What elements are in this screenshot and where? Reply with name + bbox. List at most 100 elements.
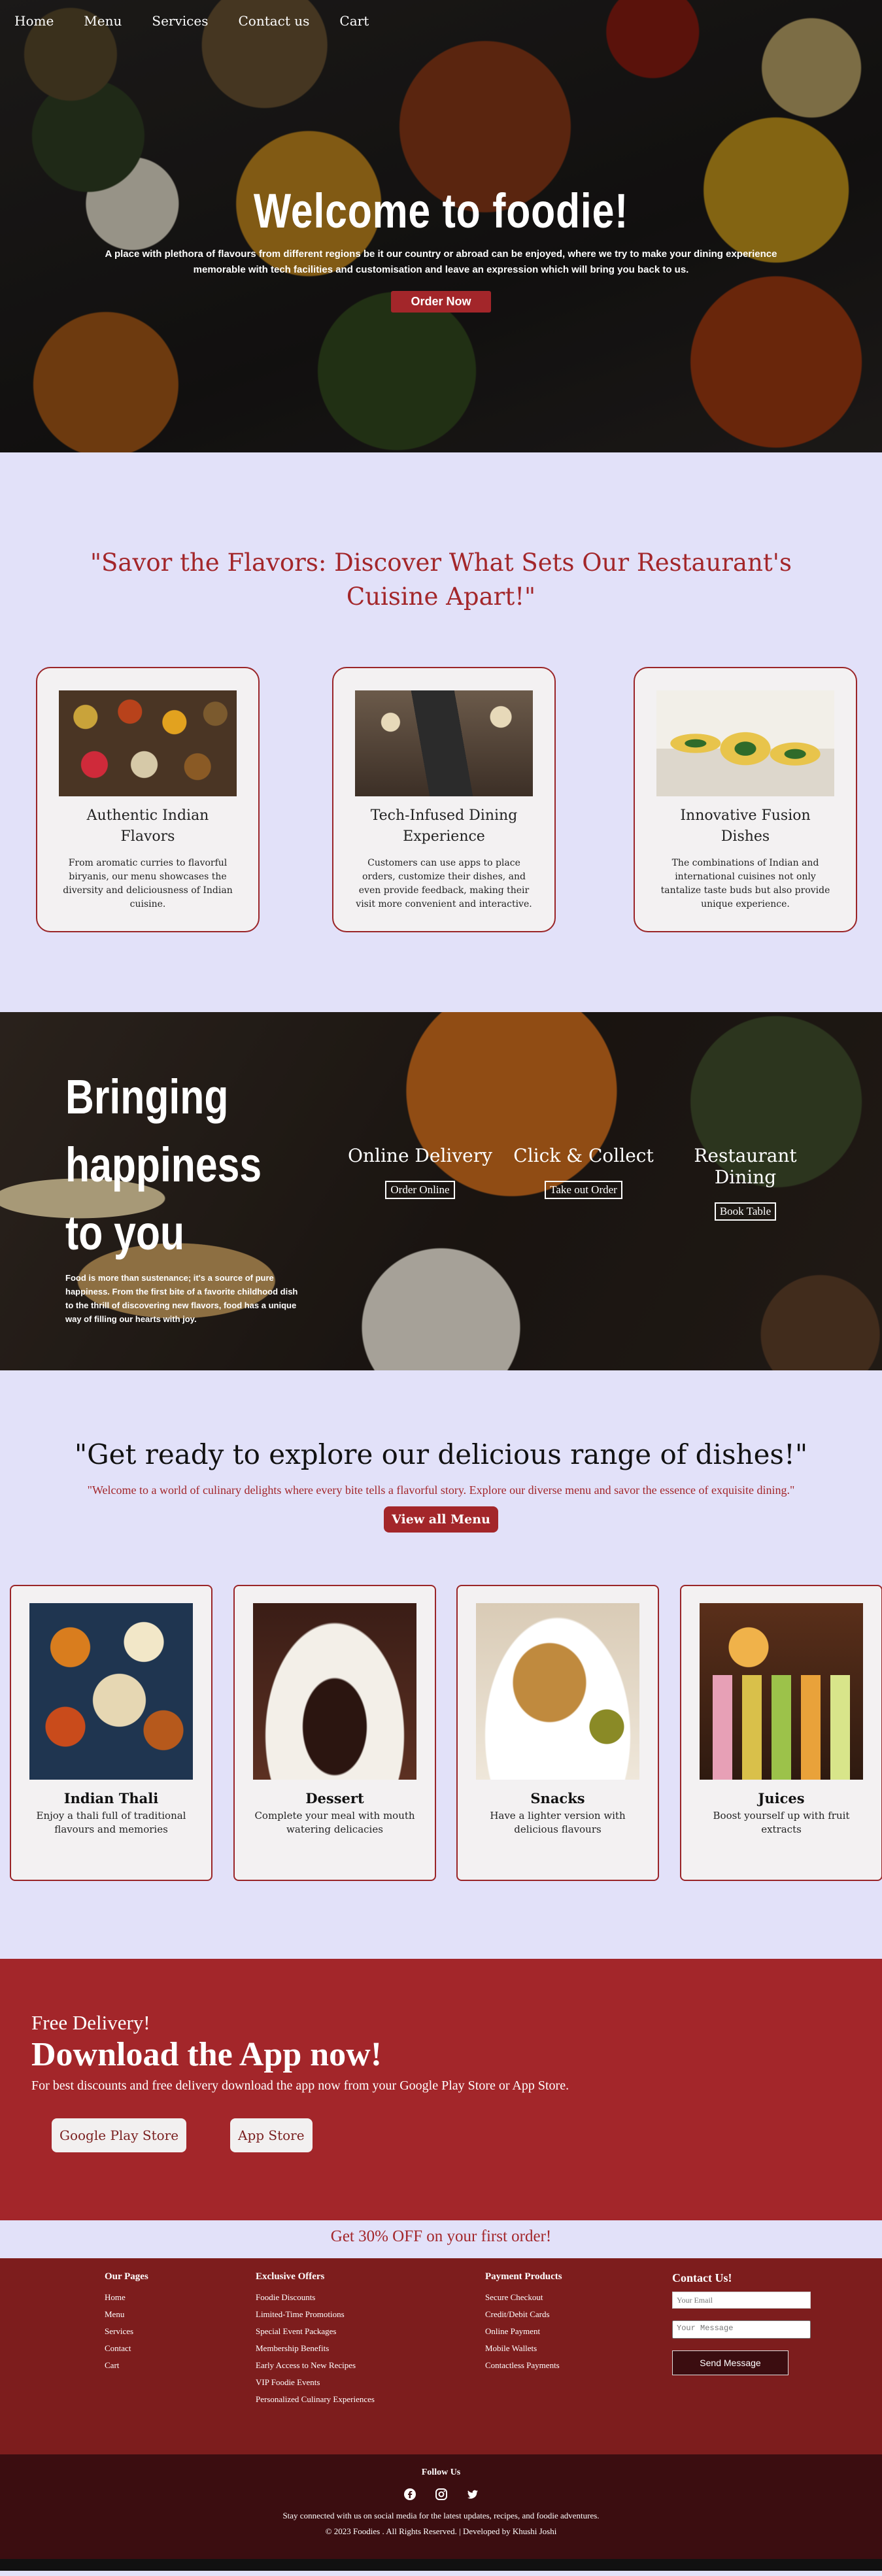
service-title: Online Delivery: [348, 1145, 492, 1166]
feature-card: Authentic Indian Flavors From aromatic c…: [36, 667, 260, 932]
nav-home[interactable]: Home: [14, 13, 54, 29]
hero-description: A place with plethora of flavours from d…: [105, 248, 777, 275]
footer-offer-link[interactable]: Early Access to New Recipes: [256, 2357, 375, 2374]
thali-image: [29, 1603, 193, 1780]
promo-banner: Get 30% OFF on your first order!: [0, 2220, 882, 2258]
footer-payment: Payment Products Secure Checkout Credit/…: [485, 2271, 562, 2374]
service-online-delivery: Online Delivery Order Online: [337, 1145, 503, 1221]
juices-image: [700, 1603, 863, 1780]
dish-text: Boost yourself up with fruit extracts: [713, 1810, 850, 1835]
follow-us-label: Follow Us: [421, 2467, 461, 2477]
free-delivery-label: Free Delivery!: [31, 2011, 150, 2034]
service-click-collect: Click & Collect Take out Order: [503, 1145, 664, 1221]
happiness-text: Food is more than sustenance; it's a sou…: [65, 1273, 298, 1324]
feature-card: Innovative Fusion Dishes The combination…: [634, 667, 857, 932]
footer-link-contact[interactable]: Contact: [105, 2340, 148, 2357]
footer-link-services[interactable]: Services: [105, 2323, 148, 2340]
dish-card[interactable]: Snacks Have a lighter version with delic…: [456, 1585, 659, 1881]
footer-pages-title: Our Pages: [105, 2271, 148, 2282]
dish-text: Complete your meal with mouth watering d…: [254, 1810, 415, 1835]
footer-offers-title: Exclusive Offers: [256, 2271, 325, 2282]
nav-services[interactable]: Services: [152, 13, 208, 29]
footer-contact: Contact Us! Send Message: [672, 2271, 811, 2375]
facebook-icon[interactable]: [403, 2487, 417, 2501]
footer-offers: Exclusive Offers Foodie Discounts Limite…: [256, 2271, 375, 2408]
feature-title: Innovative Fusion Dishes: [680, 807, 811, 845]
instagram-icon[interactable]: [434, 2487, 449, 2501]
spices-image: [59, 690, 237, 796]
google-play-button[interactable]: Google Play Store: [52, 2118, 187, 2152]
download-app-title: Download the App now!: [31, 2036, 382, 2073]
dish-title: Dessert: [305, 1790, 364, 1806]
take-out-order-button[interactable]: Take out Order: [545, 1181, 622, 1199]
dishes-section: "Get ready to explore our delicious rang…: [0, 1370, 882, 1959]
order-now-button[interactable]: Order Now: [391, 291, 491, 313]
features-heading: "Savor the Flavors: Discover What Sets O…: [90, 549, 792, 611]
nav-contact[interactable]: Contact us: [238, 13, 309, 29]
copyright: © 2023 Foodies . All Rights Reserved. | …: [325, 2526, 557, 2536]
footer-link-menu[interactable]: Menu: [105, 2306, 148, 2323]
service-options: Online Delivery Order Online Click & Col…: [337, 1145, 827, 1221]
hero-title: Welcome to foodie!: [253, 184, 629, 238]
app-store-button[interactable]: App Store: [230, 2118, 313, 2152]
fusion-rolls-image: [656, 690, 834, 796]
footer-link-cart[interactable]: Cart: [105, 2357, 148, 2374]
happiness-title: Bringing happiness to you: [65, 1070, 262, 1260]
footer-payment-link[interactable]: Mobile Wallets: [485, 2340, 562, 2357]
service-restaurant-dining: Restaurant Dining Book Table: [664, 1145, 827, 1221]
features-section: "Savor the Flavors: Discover What Sets O…: [0, 452, 882, 1012]
footer: Our Pages Home Menu Services Contact Car…: [0, 2258, 882, 2454]
dish-card[interactable]: Dessert Complete your meal with mouth wa…: [233, 1585, 436, 1881]
top-nav: Home Menu Services Contact us Cart: [14, 13, 369, 29]
footer-link-home[interactable]: Home: [105, 2289, 148, 2306]
dish-title: Snacks: [530, 1790, 585, 1806]
dishes-subtitle: "Welcome to a world of culinary delights…: [87, 1483, 795, 1497]
footer-offer-link[interactable]: Foodie Discounts: [256, 2289, 375, 2306]
services-banner: Bringing happiness to you Food is more t…: [0, 1012, 882, 1370]
service-title: Click & Collect: [513, 1145, 654, 1166]
footer-offer-link[interactable]: Special Event Packages: [256, 2323, 375, 2340]
footer-pages: Our Pages Home Menu Services Contact Car…: [105, 2271, 148, 2374]
feature-title: Authentic Indian Flavors: [86, 807, 209, 845]
message-field[interactable]: [672, 2320, 811, 2339]
feature-text: From aromatic curries to flavorful birya…: [63, 858, 233, 909]
view-all-menu-button[interactable]: View all Menu: [384, 1506, 498, 1533]
happiness-block: Bringing happiness to you Food is more t…: [65, 1063, 314, 1326]
snacks-image: [476, 1603, 639, 1780]
service-title: Restaurant Dining: [694, 1145, 797, 1188]
hero-section: Home Menu Services Contact us Cart Welco…: [0, 0, 882, 452]
dish-card[interactable]: Juices Boost yourself up with fruit extr…: [680, 1585, 882, 1881]
feature-text: The combinations of Indian and internati…: [660, 858, 830, 909]
footer-offer-link[interactable]: Membership Benefits: [256, 2340, 375, 2357]
footer-payment-link[interactable]: Contactless Payments: [485, 2357, 562, 2374]
download-app-description: For best discounts and free delivery dow…: [31, 2078, 569, 2093]
feature-title: Tech-Infused Dining Experience: [370, 807, 518, 845]
dish-card[interactable]: Indian Thali Enjoy a thali full of tradi…: [10, 1585, 212, 1881]
order-online-button[interactable]: Order Online: [385, 1181, 455, 1199]
dishes-heading: "Get ready to explore our delicious rang…: [74, 1438, 808, 1470]
footer-payment-title: Payment Products: [485, 2271, 562, 2282]
nav-menu[interactable]: Menu: [84, 13, 122, 29]
dish-title: Indian Thali: [63, 1790, 159, 1806]
footer-payment-link[interactable]: Credit/Debit Cards: [485, 2306, 562, 2323]
footer-payment-link[interactable]: Online Payment: [485, 2323, 562, 2340]
footer-tagline: Stay connected with us on social media f…: [282, 2511, 600, 2520]
send-message-button[interactable]: Send Message: [672, 2350, 789, 2375]
footer-offer-link[interactable]: Limited-Time Promotions: [256, 2306, 375, 2323]
twitter-icon[interactable]: [466, 2487, 480, 2501]
social-links: [0, 2487, 882, 2501]
dish-title: Juices: [758, 1790, 805, 1806]
hero-content: Welcome to foodie! A place with plethora…: [0, 183, 882, 313]
tablet-dining-image: [355, 690, 533, 796]
email-field[interactable]: [672, 2292, 811, 2309]
dish-text: Have a lighter version with delicious fl…: [490, 1810, 626, 1835]
contact-title: Contact Us!: [672, 2271, 732, 2284]
feature-text: Customers can use apps to place orders, …: [356, 858, 532, 909]
book-table-button[interactable]: Book Table: [714, 1202, 777, 1221]
dish-text: Enjoy a thali full of traditional flavou…: [36, 1810, 186, 1835]
dessert-image: [253, 1603, 416, 1780]
footer-offer-link[interactable]: Personalized Culinary Experiences: [256, 2391, 375, 2408]
footer-offer-link[interactable]: VIP Foodie Events: [256, 2374, 375, 2391]
nav-cart[interactable]: Cart: [339, 13, 369, 29]
footer-payment-link[interactable]: Secure Checkout: [485, 2289, 562, 2306]
